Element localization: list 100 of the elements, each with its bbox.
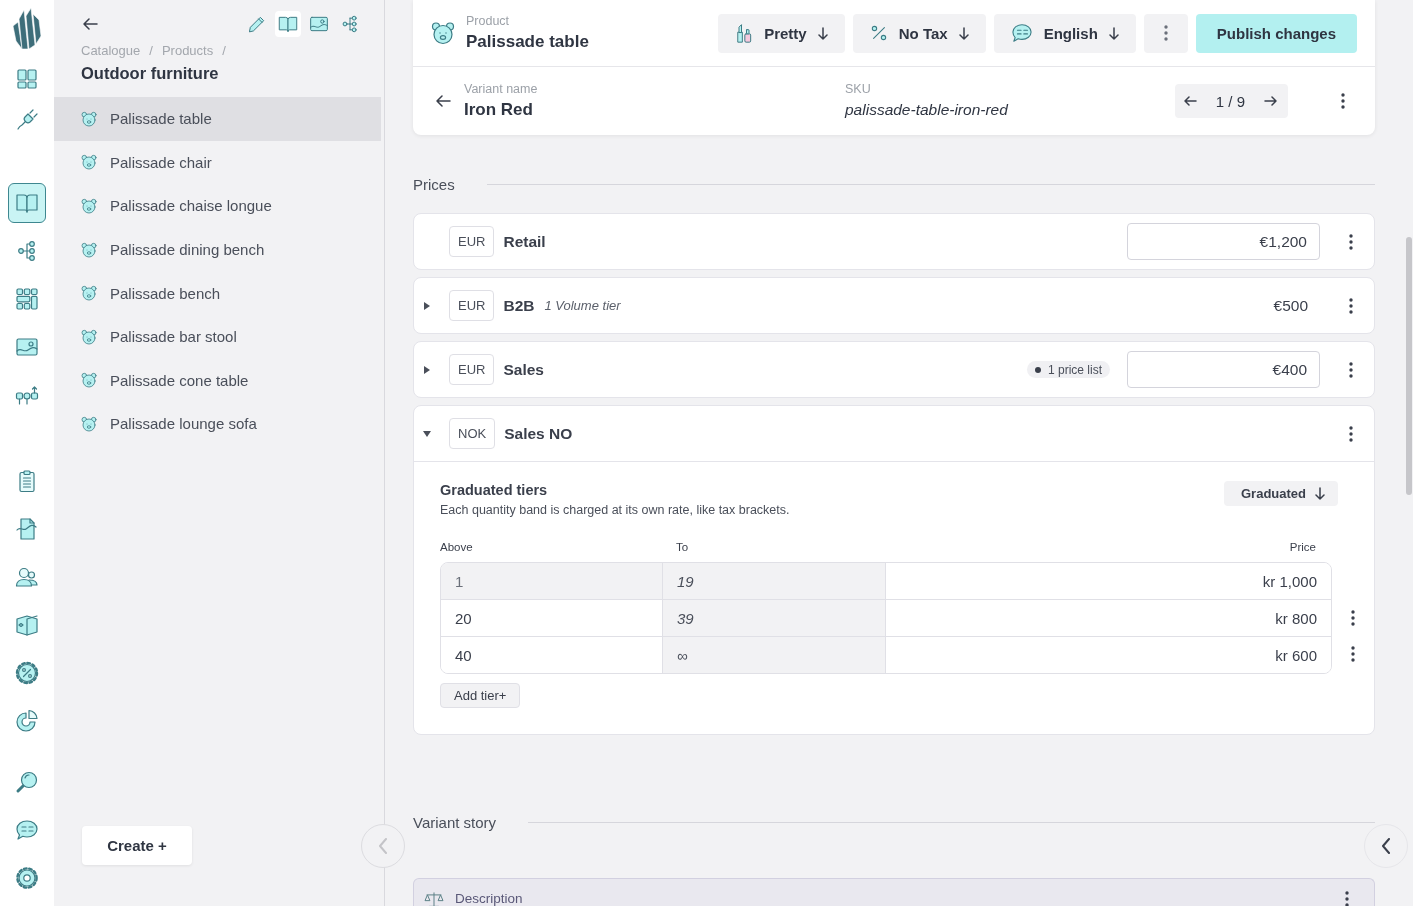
- next-button[interactable]: [1262, 93, 1278, 109]
- dropdown-button[interactable]: Pretty: [718, 13, 845, 53]
- currency-tag: EUR: [449, 226, 495, 257]
- chevron-left-icon: [378, 838, 388, 854]
- bear-icon: [431, 21, 455, 45]
- image-icon: [309, 14, 329, 34]
- sidebar-item[interactable]: Palissade dining bench: [54, 227, 381, 272]
- bear-icon: [81, 154, 97, 171]
- mode-dropdown[interactable]: Graduated: [1224, 481, 1338, 506]
- back-button[interactable]: [81, 15, 99, 33]
- sidebar-item[interactable]: Palissade bench: [54, 271, 381, 315]
- more-icon: [1349, 425, 1353, 442]
- more-icon: [1163, 25, 1168, 41]
- tier-cell: 19: [663, 563, 886, 599]
- plug-icon: [15, 108, 39, 132]
- dropdown-button[interactable]: English: [993, 13, 1136, 53]
- caret-right-icon: [424, 365, 430, 374]
- dashboard-icon: [15, 67, 39, 91]
- sku-value: palissade-table-iron-red: [845, 99, 1010, 120]
- tiers-description: Each quantity band is charged at its own rate, like tax brackets.: [440, 502, 790, 518]
- sidebar-item[interactable]: Palissade table: [54, 97, 381, 141]
- arrow-down-icon: [958, 26, 969, 40]
- price-input[interactable]: €1,200: [1127, 223, 1320, 260]
- variant-name: Iron Red: [464, 98, 534, 121]
- pencil-icon: [247, 14, 267, 34]
- field-label[interactable]: Description: [455, 890, 523, 906]
- back-button[interactable]: [434, 92, 452, 110]
- grid-icon: [15, 287, 39, 311]
- pie-chart-icon: [15, 709, 39, 733]
- page-indicator: 1 / 9: [1215, 92, 1245, 110]
- section-heading: Prices: [413, 175, 455, 193]
- price-name: B2B: [503, 296, 535, 315]
- bear-icon: [81, 198, 97, 214]
- arrow-right-icon: [1263, 96, 1277, 106]
- tier-cell: 39: [663, 600, 886, 636]
- sidebar-item[interactable]: Palissade lounge sofa: [54, 402, 381, 446]
- percent-icon: [869, 23, 888, 43]
- speech-bubble-icon: [15, 818, 39, 842]
- sidebar-item[interactable]: Palissade cone table: [54, 358, 381, 403]
- image-icon: [15, 335, 39, 359]
- field-label: Variant name: [464, 81, 539, 97]
- bear-icon: [81, 110, 97, 127]
- caret-right-icon: [424, 301, 430, 310]
- sidebar-item[interactable]: Palissade chair: [54, 140, 381, 185]
- bear-icon: [81, 328, 97, 345]
- product-name: Palissade table: [466, 30, 589, 53]
- nav-button[interactable]: [8, 183, 46, 223]
- logo-icon[interactable]: [12, 8, 42, 50]
- price-list-badge: 1 price list: [1026, 361, 1110, 378]
- previous-button[interactable]: [1182, 93, 1199, 109]
- price-name: Sales NO: [504, 424, 573, 443]
- blocks-icon: [15, 383, 39, 407]
- section-heading: Variant story: [413, 813, 497, 831]
- bear-icon: [81, 372, 97, 389]
- more-icon: [1351, 609, 1355, 626]
- caret-down-icon: [423, 430, 431, 437]
- percent-badge-icon: [15, 661, 39, 685]
- lipstick-icon: [735, 23, 754, 43]
- more-icon: [1345, 891, 1349, 906]
- view-toggle[interactable]: [275, 11, 301, 37]
- add-tier-button[interactable]: Add tier+: [440, 683, 521, 708]
- dropdown-button[interactable]: No Tax: [852, 13, 986, 53]
- price-input[interactable]: €400: [1127, 351, 1320, 388]
- arrow-down-icon: [1315, 487, 1325, 500]
- scrollbar-thumb[interactable]: [1406, 237, 1412, 495]
- bear-icon: [81, 285, 97, 302]
- box-icon: [15, 613, 39, 637]
- publish-button[interactable]: Publish changes: [1195, 13, 1357, 53]
- more-icon: [1349, 233, 1353, 250]
- breadcrumb-separator: /: [222, 43, 226, 59]
- settings-icon: [15, 866, 39, 890]
- tier-note: 1 Volume tier: [544, 298, 621, 313]
- arrow-down-icon: [1108, 26, 1119, 40]
- currency-tag: NOK: [449, 418, 496, 449]
- book-icon: [278, 14, 298, 34]
- arrow-left-icon: [82, 18, 98, 30]
- more-icon: [1349, 297, 1353, 314]
- sidebar-item[interactable]: Palissade bar stool: [54, 314, 381, 359]
- price-name: Sales: [503, 360, 544, 379]
- book-icon: [15, 191, 39, 215]
- dot-icon: [1034, 366, 1041, 373]
- collapse-button[interactable]: [1364, 824, 1408, 868]
- more-icon: [1349, 361, 1353, 378]
- users-icon: [15, 565, 39, 589]
- bear-icon: [81, 415, 97, 432]
- arrow-left-icon: [435, 95, 451, 107]
- currency-tag: EUR: [449, 354, 495, 385]
- tier-cell[interactable]: 40: [441, 637, 663, 673]
- column-header: To: [675, 540, 690, 555]
- search-icon: [15, 770, 39, 794]
- more-icon: [1351, 646, 1355, 663]
- arrow-down-icon: [817, 26, 828, 40]
- sidebar-item[interactable]: Palissade chaise longue: [54, 184, 381, 228]
- create-button[interactable]: Create +: [82, 826, 192, 865]
- column-header: Price: [1288, 540, 1317, 555]
- field-label: SKU: [845, 81, 872, 97]
- bear-icon: [81, 241, 97, 258]
- field-label: Product: [466, 13, 511, 29]
- price-value: €500: [1272, 296, 1309, 315]
- tier-cell: ∞: [663, 637, 886, 673]
